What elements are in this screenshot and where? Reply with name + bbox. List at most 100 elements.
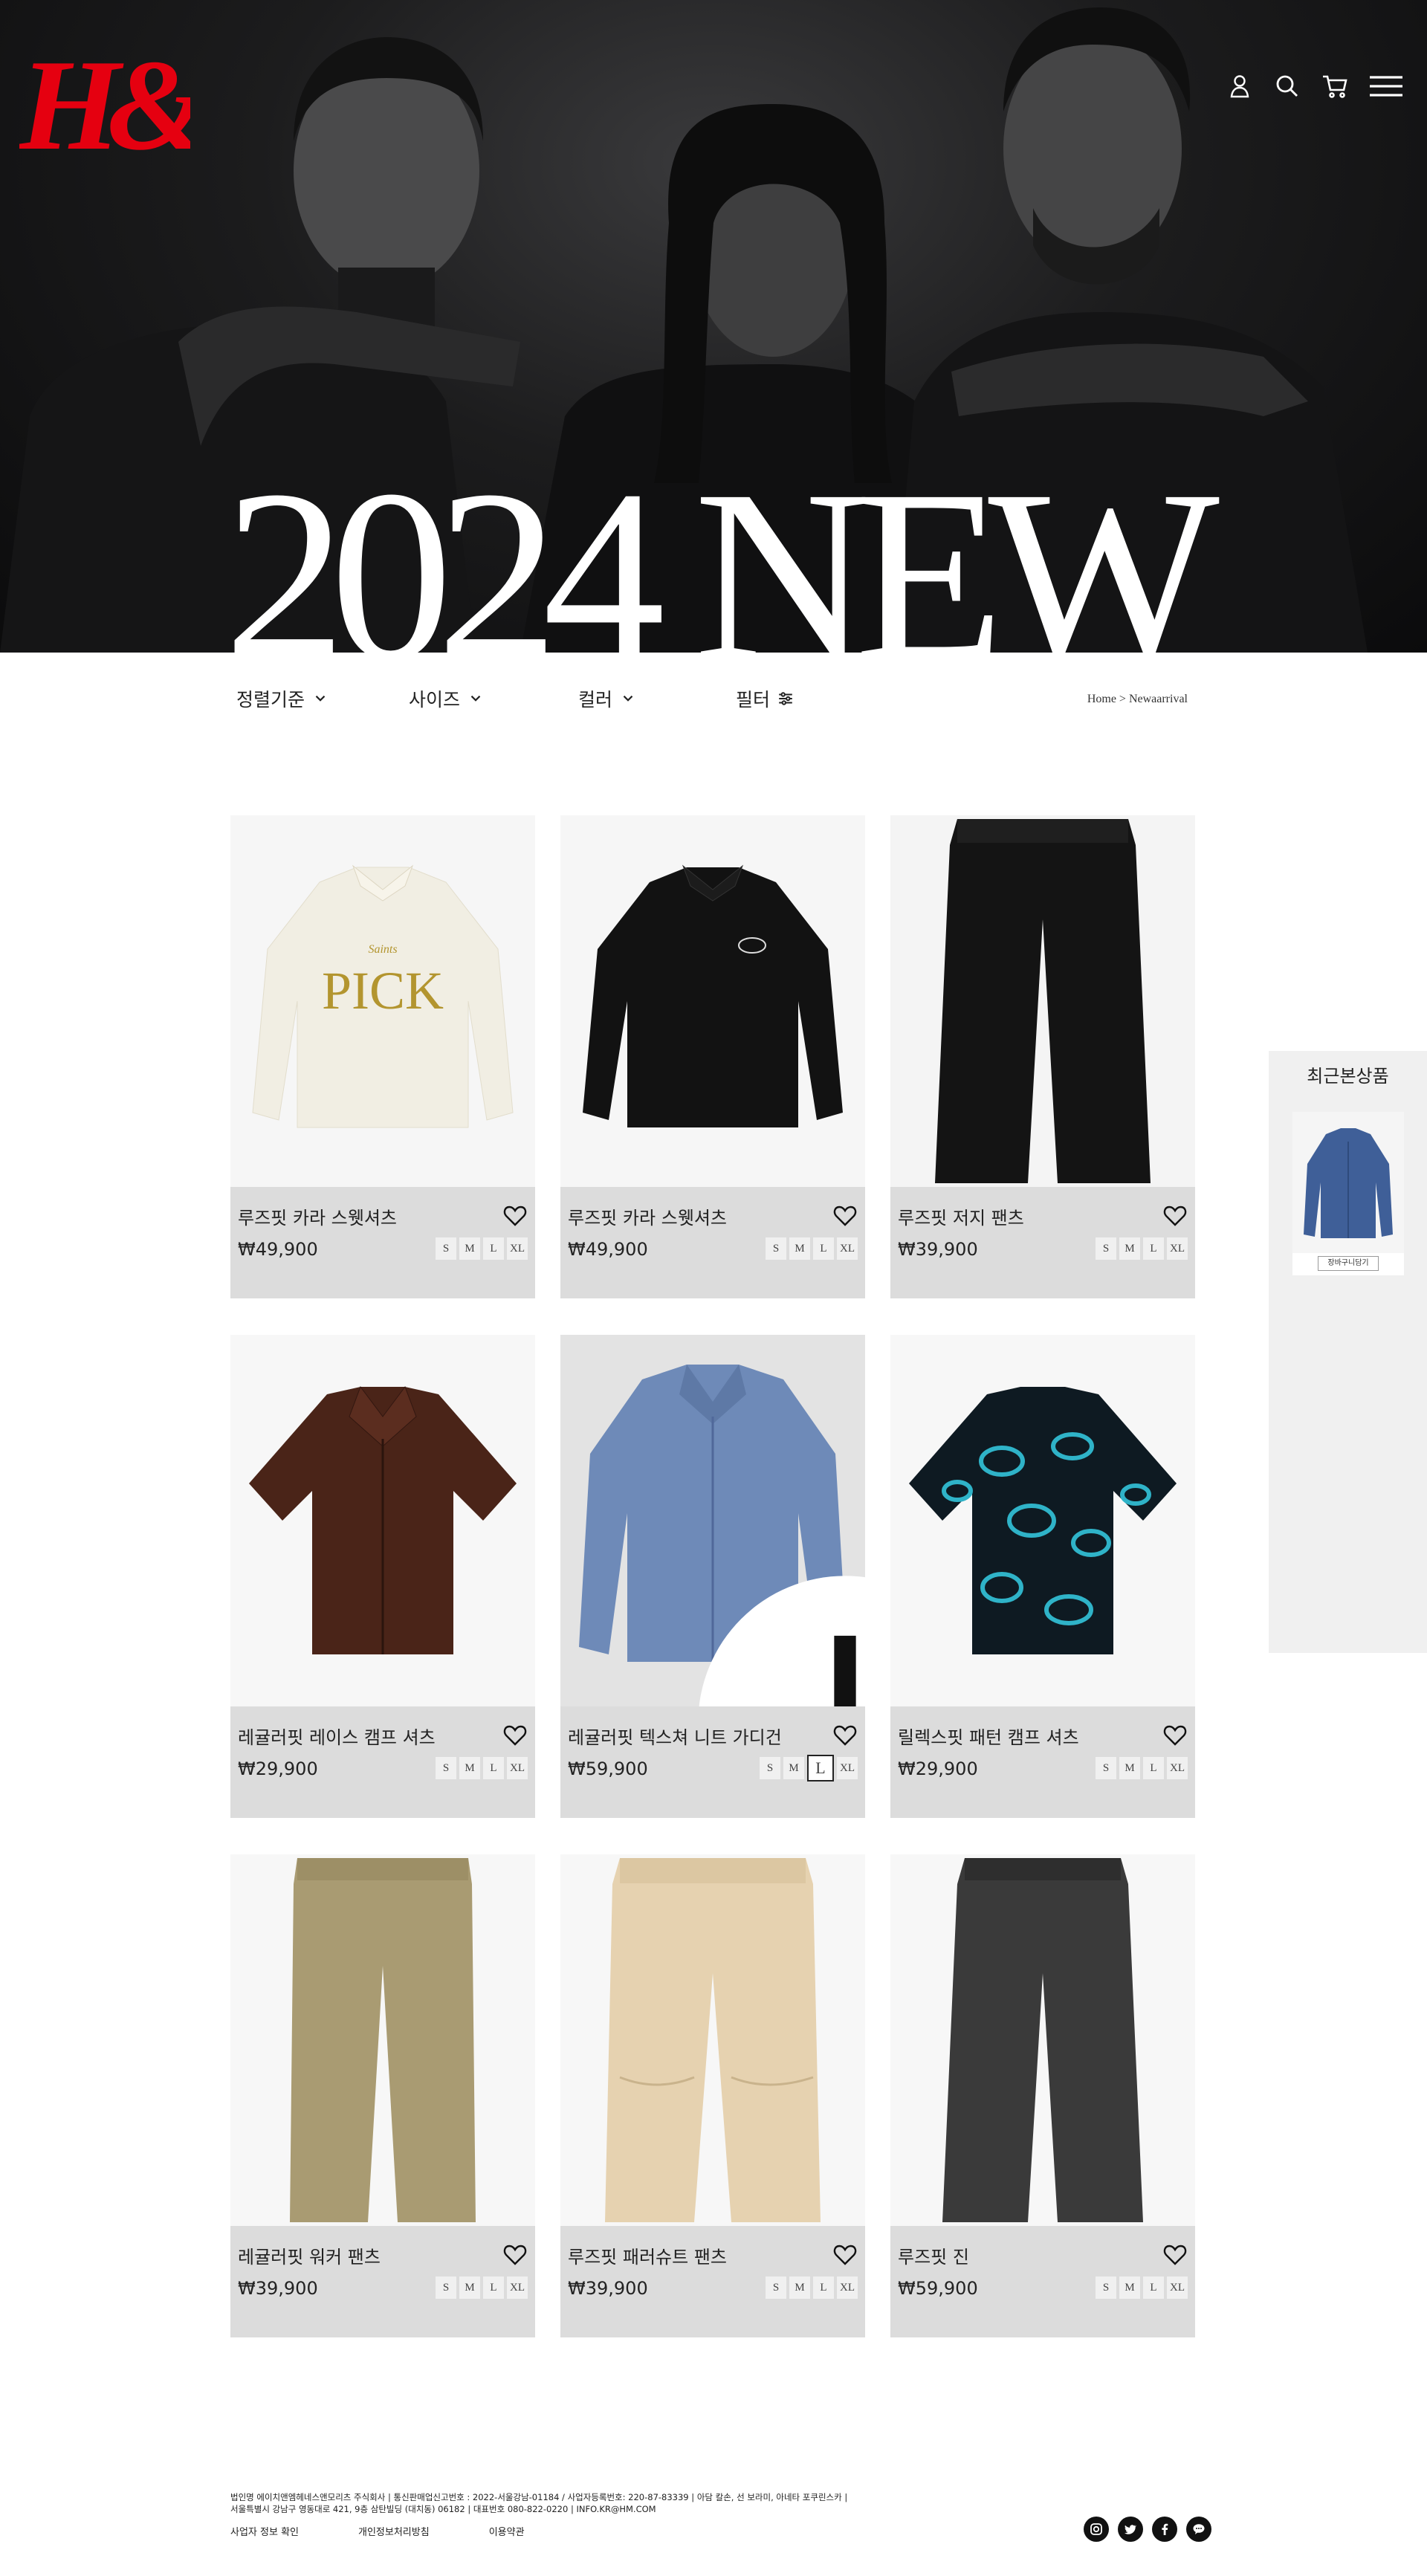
size-option-s[interactable]: S — [436, 1237, 456, 1260]
product-name[interactable]: 루즈핏 패러슈트 팬츠 — [568, 2242, 727, 2268]
terms-link[interactable]: 이용약관 — [489, 2524, 525, 2538]
product-image[interactable] — [890, 1854, 1195, 2226]
add-to-cart-plus-icon[interactable] — [693, 1537, 865, 1706]
size-option-m[interactable]: M — [789, 1237, 810, 1260]
size-option-s[interactable]: S — [1096, 1757, 1116, 1779]
user-icon[interactable] — [1225, 71, 1255, 101]
sort-label: 정렬기준 — [236, 689, 305, 711]
size-option-l[interactable]: L — [1143, 1757, 1164, 1779]
recent-product-card[interactable]: 장바구니담기 — [1292, 1112, 1404, 1275]
filter-button[interactable]: 필터 — [736, 685, 794, 712]
chat-icon[interactable] — [1186, 2517, 1211, 2542]
hm-logo[interactable]: H&M — [19, 30, 190, 171]
size-option-m[interactable]: M — [1119, 2276, 1140, 2299]
size-options: S M L XL — [1096, 1237, 1188, 1260]
product-card[interactable]: 레귤러핏 워커 팬츠 ₩39,900 S M L XL — [230, 1854, 535, 2337]
heart-icon[interactable] — [502, 2242, 528, 2268]
privacy-policy-link[interactable]: 개인정보처리방침 — [358, 2524, 430, 2538]
size-option-s[interactable]: S — [766, 1237, 786, 1260]
svg-text:PICK: PICK — [322, 961, 444, 1020]
product-name[interactable]: 루즈핏 카라 스웻셔츠 — [238, 1203, 397, 1229]
size-option-l[interactable]: L — [483, 2276, 504, 2299]
product-card[interactable]: 루즈핏 패러슈트 팬츠 ₩39,900 S M L XL — [560, 1854, 865, 2337]
heart-icon[interactable] — [1162, 2242, 1188, 2268]
twitter-icon[interactable] — [1118, 2517, 1143, 2542]
product-image[interactable] — [560, 1854, 865, 2226]
product-price: ₩29,900 — [898, 1758, 978, 1779]
facebook-icon[interactable] — [1152, 2517, 1177, 2542]
product-card[interactable]: 레귤러핏 텍스쳐 니트 가디건 ₩59,900 S M L XL — [560, 1335, 865, 1818]
size-option-xl[interactable]: XL — [1167, 1757, 1188, 1779]
cart-icon[interactable] — [1320, 71, 1350, 101]
color-dropdown[interactable]: 컬러 — [578, 685, 636, 712]
size-option-l[interactable]: L — [483, 1237, 504, 1260]
product-card[interactable]: 루즈핏 카라 스웻셔츠 ₩49,900 S M L XL — [560, 815, 865, 1298]
product-image[interactable] — [560, 1335, 865, 1706]
product-image[interactable] — [560, 815, 865, 1187]
size-option-s[interactable]: S — [766, 2276, 786, 2299]
product-card[interactable]: PICK Saints 루즈핏 카라 스웻셔츠 ₩49,900 S M L XL — [230, 815, 535, 1298]
heart-icon[interactable] — [832, 1203, 858, 1229]
heart-icon[interactable] — [1162, 1723, 1188, 1748]
product-image[interactable] — [890, 815, 1195, 1187]
size-option-xl[interactable]: XL — [1167, 2276, 1188, 2299]
hero-title: 2024 NEW — [224, 440, 1220, 653]
product-name[interactable]: 레귤러핏 텍스쳐 니트 가디건 — [568, 1723, 782, 1749]
product-name[interactable]: 루즈핏 저지 팬츠 — [898, 1203, 1024, 1229]
size-option-m[interactable]: M — [459, 2276, 480, 2299]
product-name[interactable]: 레귤러핏 워커 팬츠 — [238, 2242, 381, 2268]
size-option-m[interactable]: M — [459, 1757, 480, 1779]
size-option-l[interactable]: L — [1143, 2276, 1164, 2299]
size-option-xl[interactable]: XL — [837, 1757, 858, 1779]
product-card[interactable]: 루즈핏 저지 팬츠 ₩39,900 S M L XL — [890, 815, 1195, 1298]
size-option-m[interactable]: M — [1119, 1757, 1140, 1779]
heart-icon[interactable] — [502, 1203, 528, 1229]
instagram-icon[interactable] — [1084, 2517, 1109, 2542]
breadcrumb[interactable]: Home > Newaarrival — [1087, 693, 1188, 706]
product-image[interactable] — [890, 1335, 1195, 1706]
product-name[interactable]: 루즈핏 진 — [898, 2242, 969, 2268]
product-card[interactable]: 릴렉스핏 패턴 캠프 셔츠 ₩29,900 S M L XL — [890, 1335, 1195, 1818]
product-name[interactable]: 루즈핏 카라 스웻셔츠 — [568, 1203, 727, 1229]
size-option-m[interactable]: M — [459, 1237, 480, 1260]
search-icon[interactable] — [1272, 71, 1302, 101]
sort-dropdown[interactable]: 정렬기준 — [236, 685, 329, 712]
size-option-xl[interactable]: XL — [837, 1237, 858, 1260]
size-option-l-selected[interactable]: L — [807, 1755, 834, 1781]
size-option-s[interactable]: S — [1096, 1237, 1116, 1260]
size-option-l[interactable]: L — [1143, 1237, 1164, 1260]
product-image[interactable] — [230, 1335, 535, 1706]
size-option-xl[interactable]: XL — [837, 2276, 858, 2299]
size-option-l[interactable]: L — [813, 2276, 834, 2299]
heart-icon[interactable] — [1162, 1203, 1188, 1229]
heart-icon[interactable] — [832, 2242, 858, 2268]
business-info-link[interactable]: 사업자 정보 확인 — [230, 2524, 299, 2538]
size-option-xl[interactable]: XL — [507, 1757, 528, 1779]
size-option-s[interactable]: S — [760, 1757, 780, 1779]
menu-icon[interactable] — [1368, 71, 1405, 101]
size-option-m[interactable]: M — [789, 2276, 810, 2299]
product-price: ₩59,900 — [898, 2278, 978, 2299]
size-option-l[interactable]: L — [483, 1757, 504, 1779]
size-option-s[interactable]: S — [436, 1757, 456, 1779]
size-option-s[interactable]: S — [436, 2276, 456, 2299]
size-option-m[interactable]: M — [783, 1757, 804, 1779]
heart-icon[interactable] — [502, 1723, 528, 1748]
product-card[interactable]: 레귤러핏 레이스 캠프 셔츠 ₩29,900 S M L XL — [230, 1335, 535, 1818]
size-option-xl[interactable]: XL — [507, 1237, 528, 1260]
size-option-xl[interactable]: XL — [1167, 1237, 1188, 1260]
size-option-l[interactable]: L — [813, 1237, 834, 1260]
product-name[interactable]: 릴렉스핏 패턴 캠프 셔츠 — [898, 1723, 1079, 1749]
product-info: 루즈핏 카라 스웻셔츠 ₩49,900 S M L XL — [230, 1187, 535, 1298]
size-option-xl[interactable]: XL — [507, 2276, 528, 2299]
add-to-cart-button[interactable]: 장바구니담기 — [1318, 1256, 1379, 1271]
size-option-s[interactable]: S — [1096, 2276, 1116, 2299]
product-name[interactable]: 레귤러핏 레이스 캠프 셔츠 — [238, 1723, 436, 1749]
product-card[interactable]: 루즈핏 진 ₩59,900 S M L XL — [890, 1854, 1195, 2337]
product-image[interactable] — [230, 1854, 535, 2226]
size-dropdown[interactable]: 사이즈 — [409, 685, 484, 712]
size-options: S M L XL — [436, 2276, 528, 2299]
heart-icon[interactable] — [832, 1723, 858, 1748]
size-option-m[interactable]: M — [1119, 1237, 1140, 1260]
product-image[interactable]: PICK Saints — [230, 815, 535, 1187]
